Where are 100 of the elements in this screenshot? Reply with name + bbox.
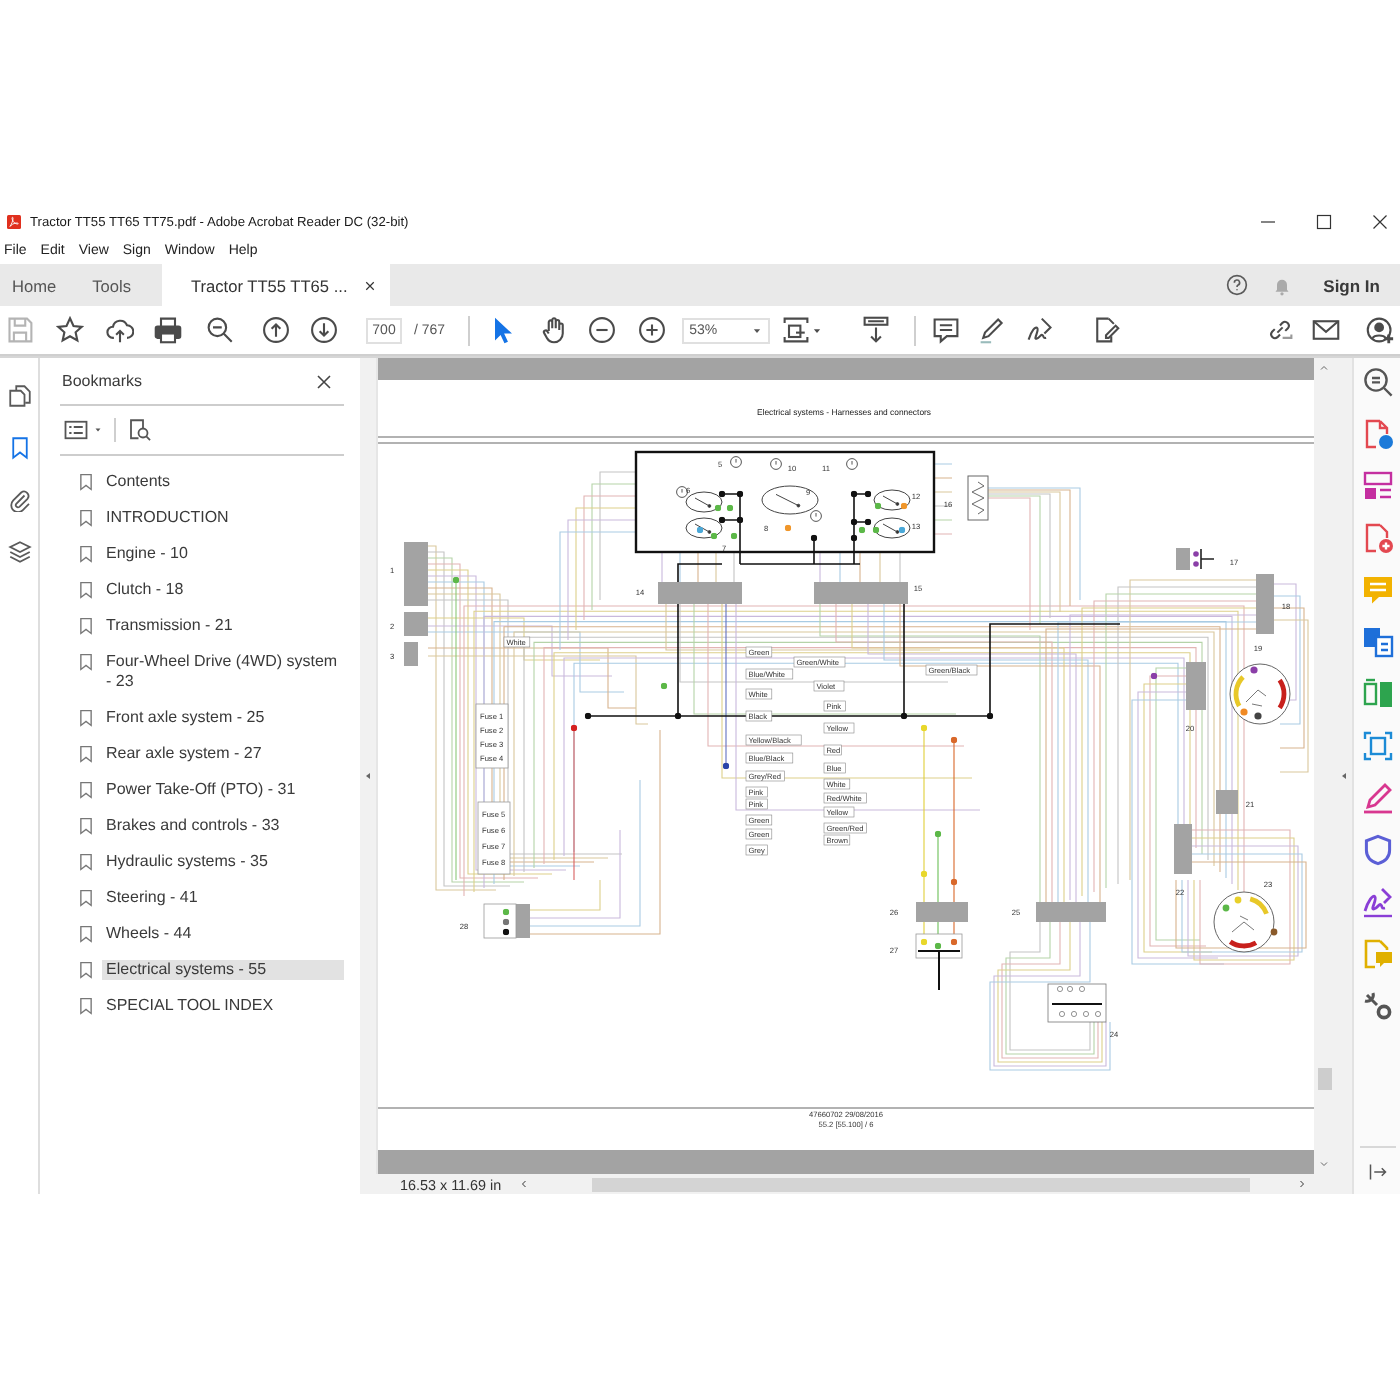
- bookmark-item[interactable]: Steering - 41: [102, 888, 344, 908]
- connector-block: [1174, 824, 1192, 874]
- junction-dot-icon: [722, 762, 730, 770]
- mail-icon[interactable]: [1312, 316, 1340, 344]
- collapse-arrow-icon[interactable]: [364, 770, 372, 782]
- fit-page-icon[interactable]: [781, 316, 810, 344]
- pen-icon[interactable]: [1361, 782, 1393, 814]
- zoom-in-circle-icon[interactable]: [637, 316, 666, 344]
- junction-dot-icon: [898, 526, 906, 534]
- bookmark-item[interactable]: INTRODUCTION: [102, 508, 344, 528]
- caret-icon[interactable]: [811, 325, 822, 335]
- circle-symbol-icon: [810, 510, 822, 522]
- zoom-out-circle-icon[interactable]: [587, 316, 616, 344]
- junction-dot-icon: [920, 870, 928, 878]
- junction-dot-icon: [920, 938, 928, 946]
- bookmark-item[interactable]: SPECIAL TOOL INDEX: [102, 996, 344, 1016]
- junction-dot-icon: [934, 942, 942, 950]
- close-icon[interactable]: [316, 373, 332, 389]
- highlighter-icon[interactable]: [977, 316, 1006, 344]
- caret-icon[interactable]: [94, 426, 102, 434]
- signature-pen-icon[interactable]: [1361, 886, 1393, 918]
- bookmark-item[interactable]: Transmission - 21: [102, 616, 344, 636]
- connector-block: [404, 642, 418, 666]
- tab[interactable]: Home: [0, 264, 81, 306]
- circle-symbol-icon: [846, 458, 858, 470]
- layers-icon[interactable]: [7, 540, 31, 564]
- junction-dot-icon: [950, 938, 958, 946]
- junction-dot-icon: [718, 490, 726, 498]
- caret-icon[interactable]: [751, 325, 762, 335]
- bookmark-item[interactable]: Front axle system - 25: [102, 708, 344, 728]
- panel-title: Bookmarks: [62, 372, 143, 390]
- collapse-panel-icon[interactable]: [1367, 1162, 1387, 1182]
- pages-icon[interactable]: [7, 384, 31, 408]
- search-icon[interactable]: [1361, 366, 1393, 398]
- switch-symbol: [761, 485, 819, 515]
- junction-dot-icon: [570, 724, 578, 732]
- close-icon[interactable]: [363, 279, 376, 291]
- ground-terminal: [915, 933, 963, 991]
- tab[interactable]: Tractor TT55 TT65 ...: [161, 264, 390, 306]
- junction-dot-icon: [714, 504, 722, 512]
- document-add-icon[interactable]: [1361, 522, 1393, 554]
- next-page-icon[interactable]: [310, 316, 338, 344]
- junction-dot-icon: [934, 830, 942, 838]
- signature-icon[interactable]: [1025, 316, 1054, 344]
- collapse-arrow-icon[interactable]: [1339, 770, 1347, 782]
- scroll-left-icon[interactable]: [520, 1178, 528, 1190]
- junction-dot-icon: [584, 712, 592, 720]
- comment-icon[interactable]: [931, 316, 960, 344]
- two-pages-icon[interactable]: [1361, 678, 1393, 710]
- junction-dot-icon: [900, 712, 908, 720]
- junction-dot-icon: [950, 736, 958, 744]
- bookmark-item[interactable]: Engine - 10: [102, 544, 344, 564]
- junction-dot-icon: [726, 504, 734, 512]
- junction-dot-icon: [864, 490, 872, 498]
- bookmark-item[interactable]: Rear axle system - 27: [102, 744, 344, 764]
- scroll-right-icon[interactable]: [1298, 1178, 1306, 1190]
- connector-block: [404, 612, 428, 636]
- bookmark-item[interactable]: Hydraulic systems - 35: [102, 852, 344, 872]
- shield-icon[interactable]: [1361, 834, 1393, 866]
- junction-dot-icon: [660, 682, 668, 690]
- bar-arrow-down-icon[interactable]: [861, 316, 890, 344]
- bookmark-item[interactable]: Contents: [102, 472, 344, 492]
- sign-in-link[interactable]: Sign In: [1323, 275, 1380, 295]
- junction-dot-icon: [718, 516, 726, 524]
- page-magnifier-icon[interactable]: [128, 418, 152, 442]
- bookmark-item[interactable]: Power Take-Off (PTO) - 31: [102, 780, 344, 800]
- help-icon[interactable]: [1225, 274, 1248, 296]
- print-icon[interactable]: [154, 316, 182, 344]
- maximize-icon[interactable]: [1316, 214, 1332, 230]
- hand-icon[interactable]: [539, 316, 568, 344]
- circle-symbol-icon: [730, 456, 742, 468]
- document-export-icon[interactable]: [1361, 418, 1393, 450]
- tools-icon[interactable]: [1361, 990, 1393, 1022]
- share-link-icon[interactable]: [1266, 316, 1294, 344]
- paperclip-icon[interactable]: [7, 488, 31, 512]
- bookmark-icon[interactable]: [7, 436, 31, 460]
- list-options-icon[interactable]: [64, 418, 88, 442]
- scrollbar-thumb[interactable]: [1317, 1068, 1331, 1090]
- add-user-icon[interactable]: [1366, 316, 1394, 344]
- documents-combine-icon[interactable]: [1361, 626, 1393, 658]
- bookmark-item[interactable]: Wheels - 44: [102, 924, 344, 944]
- bookmark-item[interactable]: Four-Wheel Drive (4WD) system - 23: [102, 652, 344, 692]
- bookmark-item[interactable]: Clutch - 18: [102, 580, 344, 600]
- connector-block: [1036, 902, 1106, 922]
- connector-block: [814, 582, 908, 604]
- close-icon[interactable]: [1372, 214, 1388, 230]
- scan-icon[interactable]: [1361, 730, 1393, 762]
- cloud-upload-icon[interactable]: [106, 316, 134, 344]
- zoom-out-icon[interactable]: [206, 316, 234, 344]
- star-icon[interactable]: [56, 316, 84, 344]
- bookmark-item[interactable]: Brakes and controls - 33: [102, 816, 344, 836]
- previous-page-icon[interactable]: [262, 316, 290, 344]
- bookmark-item[interactable]: Electrical systems - 55: [102, 960, 344, 980]
- document-pen-icon[interactable]: [1091, 316, 1120, 344]
- layout-icon[interactable]: [1361, 470, 1393, 502]
- scrollbar-thumb[interactable]: [592, 1177, 1250, 1191]
- tab[interactable]: Tools: [80, 264, 156, 306]
- circle-symbol-icon: [676, 486, 688, 498]
- junction-dot-icon: [674, 712, 682, 720]
- switch-symbol: [685, 517, 723, 539]
